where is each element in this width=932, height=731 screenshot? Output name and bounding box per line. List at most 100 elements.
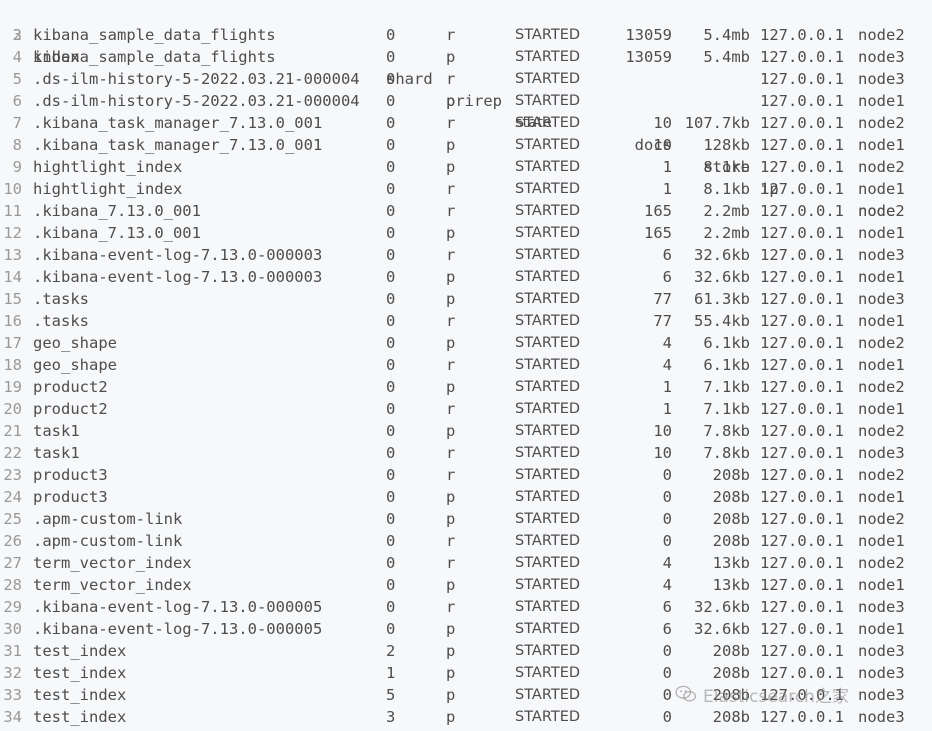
- cell-index: .kibana_task_manager_7.13.0_001: [33, 114, 323, 132]
- cell-state: STARTED: [515, 555, 581, 571]
- line-number: 9: [12, 158, 22, 176]
- cell-prirep: p: [446, 48, 456, 66]
- line-number: 23: [3, 466, 22, 484]
- cell-docs: 1: [662, 378, 672, 396]
- cell-prirep: p: [446, 158, 456, 176]
- cell-state: STARTED: [515, 27, 581, 43]
- cell-node: node1: [858, 312, 905, 330]
- cell-prirep: p: [446, 576, 456, 594]
- cell-ip: 127.0.0.1: [760, 554, 844, 572]
- cell-state: STARTED: [515, 401, 581, 417]
- cell-store: 7.1kb: [703, 378, 750, 396]
- cell-ip: 127.0.0.1: [760, 598, 844, 616]
- table-row: 22 task1 0 r STARTED 10 7.8kb 127.0.0.1 node3: [0, 442, 932, 464]
- line-number: 13: [3, 246, 22, 264]
- cell-store: 128kb: [703, 136, 750, 154]
- cell-shard: 0: [386, 268, 396, 286]
- cell-docs: 6: [662, 620, 672, 638]
- cell-index: task1: [33, 444, 80, 462]
- header-row: 2 index shard prirep state docs store ip…: [0, 2, 932, 220]
- cell-shard: 0: [386, 224, 396, 242]
- cell-store: 208b: [712, 488, 750, 506]
- cell-index: test_index: [33, 708, 127, 726]
- cell-prirep: p: [446, 664, 456, 682]
- cell-shard: 0: [386, 598, 396, 616]
- cell-node: node2: [858, 554, 905, 572]
- table-row: 23 product3 0 r STARTED 0 208b 127.0.0.1 node2: [0, 464, 932, 486]
- cell-prirep: r: [446, 202, 456, 220]
- cell-index: .apm-custom-link: [33, 532, 183, 550]
- cell-ip: 127.0.0.1: [760, 114, 844, 132]
- cell-ip: 127.0.0.1: [760, 136, 844, 154]
- cell-state: STARTED: [515, 709, 581, 725]
- cell-prirep: p: [446, 334, 456, 352]
- cell-shard: 3: [386, 708, 396, 726]
- cell-shard: 0: [386, 378, 396, 396]
- cell-ip: 127.0.0.1: [760, 92, 844, 110]
- wechat-icon: [675, 685, 697, 702]
- cell-state: STARTED: [515, 665, 581, 681]
- cell-node: node3: [858, 48, 905, 66]
- cell-node: node1: [858, 576, 905, 594]
- table-row: 21 task1 0 p STARTED 10 7.8kb 127.0.0.1 node2: [0, 420, 932, 442]
- cell-store: 32.6kb: [694, 620, 750, 638]
- cell-docs: 4: [662, 554, 672, 572]
- line-number: 34: [3, 708, 22, 726]
- cell-ip: 127.0.0.1: [760, 158, 844, 176]
- cell-prirep: r: [446, 400, 456, 418]
- line-number: 27: [3, 554, 22, 572]
- table-row: 29 .kibana-event-log-7.13.0-000005 0 r START…: [0, 596, 932, 618]
- watermark-text: Elasticsearch之家: [703, 686, 849, 707]
- cell-index: .tasks: [33, 290, 89, 308]
- cell-index: .apm-custom-link: [33, 510, 183, 528]
- cell-state: STARTED: [515, 423, 581, 439]
- cell-node: node3: [858, 708, 905, 726]
- cell-state: STARTED: [515, 93, 581, 109]
- cell-node: node1: [858, 92, 905, 110]
- cell-ip: 127.0.0.1: [760, 400, 844, 418]
- cell-shard: 0: [386, 488, 396, 506]
- cell-shard: 0: [386, 312, 396, 330]
- cell-state: STARTED: [515, 71, 581, 87]
- cell-store: 32.6kb: [694, 268, 750, 286]
- cell-docs: 0: [662, 642, 672, 660]
- line-number: 28: [3, 576, 22, 594]
- cell-index: .tasks: [33, 312, 89, 330]
- cell-node: node1: [858, 268, 905, 286]
- cell-state: STARTED: [515, 203, 581, 219]
- cell-prirep: p: [446, 708, 456, 726]
- cell-prirep: p: [446, 488, 456, 506]
- cell-state: STARTED: [515, 467, 581, 483]
- cell-index: product3: [33, 488, 108, 506]
- table-row: 20 product2 0 r STARTED 1 7.1kb 127.0.0.1 node1: [0, 398, 932, 420]
- cell-shard: 0: [386, 356, 396, 374]
- cell-index: .kibana-event-log-7.13.0-000003: [33, 246, 323, 264]
- cell-store: 6.1kb: [703, 334, 750, 352]
- cell-ip: 127.0.0.1: [760, 202, 844, 220]
- line-number: 5: [12, 70, 22, 88]
- line-number: 8: [12, 136, 22, 154]
- line-number: 26: [3, 532, 22, 550]
- cell-shard: 0: [386, 136, 396, 154]
- cell-store: 208b: [712, 708, 750, 726]
- line-number: 10: [3, 180, 22, 198]
- cell-index: kibana_sample_data_flights: [33, 48, 276, 66]
- cell-docs: 6: [662, 598, 672, 616]
- cell-index: term_vector_index: [33, 576, 192, 594]
- cell-ip: 127.0.0.1: [760, 642, 844, 660]
- cell-prirep: p: [446, 92, 456, 110]
- cell-node: node2: [858, 26, 905, 44]
- cell-ip: 127.0.0.1: [760, 466, 844, 484]
- table-row: 31 test_index 2 p STARTED 0 208b 127.0.0.1 node3: [0, 640, 932, 662]
- cell-index: .kibana_task_manager_7.13.0_001: [33, 136, 323, 154]
- watermark: Elasticsearch之家: [675, 683, 849, 707]
- line-number: 17: [3, 334, 22, 352]
- cell-index: term_vector_index: [33, 554, 192, 572]
- cell-ip: 127.0.0.1: [760, 70, 844, 88]
- cell-state: STARTED: [515, 137, 581, 153]
- cell-docs: 0: [662, 686, 672, 704]
- cell-node: node3: [858, 290, 905, 308]
- cell-ip: 127.0.0.1: [760, 180, 844, 198]
- cell-store: 7.1kb: [703, 400, 750, 418]
- cell-node: node1: [858, 400, 905, 418]
